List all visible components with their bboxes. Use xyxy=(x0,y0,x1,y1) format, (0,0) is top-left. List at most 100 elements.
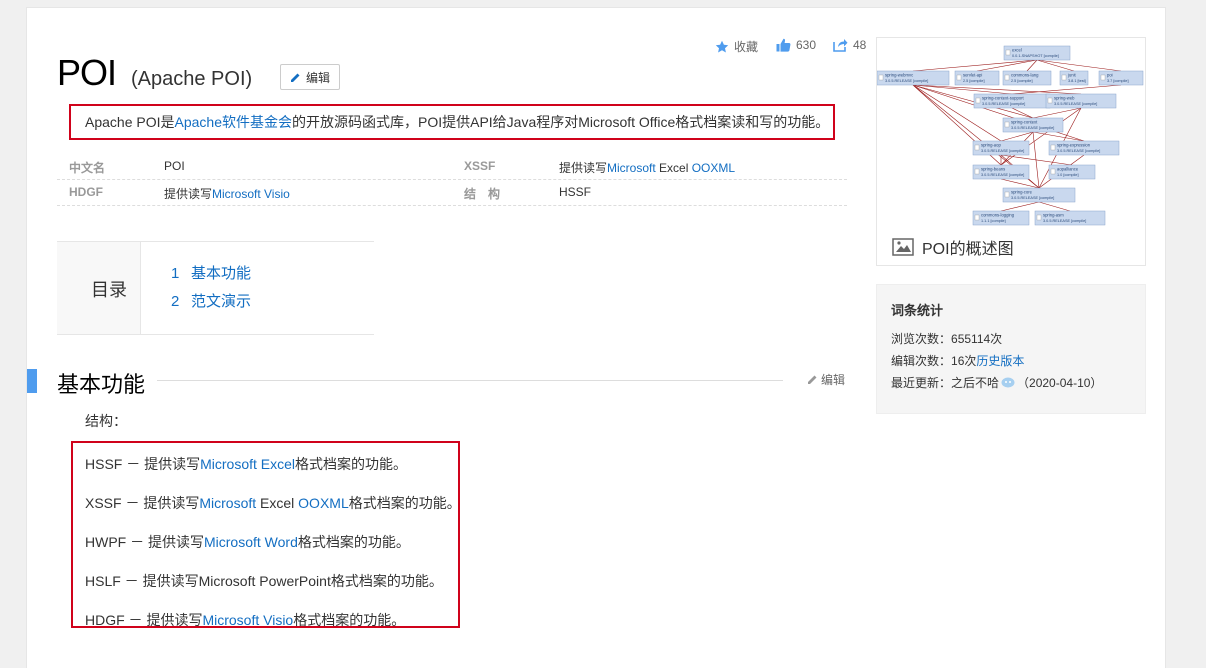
structure-item-text: 格式档案的功能。 xyxy=(293,612,406,628)
microsoft-visio-link[interactable]: Microsoft Visio xyxy=(212,187,290,201)
dependency-node-name: poi xyxy=(1107,73,1113,78)
toc-item-label: 基本功能 xyxy=(191,265,252,282)
share-icon xyxy=(833,39,848,52)
dependency-edge xyxy=(912,59,1038,72)
structure-item-text: HSSF － 提供读写 xyxy=(85,456,201,472)
dependency-edge xyxy=(976,59,1038,72)
dependency-node-name: spring-context-support xyxy=(982,96,1024,101)
jar-icon xyxy=(1050,144,1056,151)
picture-icon xyxy=(892,238,914,256)
microsoft-word-link[interactable]: Microsoft Word xyxy=(204,534,298,550)
stats-views-value: 655114次 xyxy=(951,332,1003,346)
dependency-node: commons-logging1.1.1 [compile] xyxy=(972,210,1030,226)
dependency-node: excel0.0.1-SNAPSHOT [compile] xyxy=(1003,45,1071,61)
dependency-node-version: 1.0 [compile] xyxy=(1057,173,1079,177)
dependency-node: spring-web3.0.5.RELEASE [compile] xyxy=(1045,93,1117,109)
jar-icon xyxy=(974,144,980,151)
dependency-node: spring-context-support3.0.5.RELEASE [com… xyxy=(973,93,1051,109)
jar-icon xyxy=(1036,214,1042,221)
structure-item-text: HDGF － 提供读写 xyxy=(85,612,203,628)
dependency-node-version: 3.0.5.RELEASE [compile] xyxy=(981,149,1024,153)
dependency-node-name: spring-asm xyxy=(1043,213,1064,218)
dependency-node-name: spring-expression xyxy=(1057,143,1091,148)
ooxml-link[interactable]: OOXML xyxy=(298,495,349,511)
jar-icon xyxy=(1100,74,1106,81)
stats-edits: 编辑次数：16次历史版本 xyxy=(891,352,1024,369)
dependency-node-version: 3.7 [compile] xyxy=(1107,79,1129,83)
ooxml-link[interactable]: OOXML xyxy=(692,161,735,175)
dependency-node-name: commons-logging xyxy=(981,213,1015,218)
share-button[interactable]: 48 xyxy=(833,38,866,52)
structure-item-text: XSSF － 提供读写 xyxy=(85,495,200,511)
jar-icon xyxy=(1004,74,1010,81)
collect-button[interactable]: 收藏 xyxy=(715,38,758,55)
dependency-edge xyxy=(1000,201,1040,212)
dependency-node: spring-asm3.0.5.RELEASE [compile] xyxy=(1034,210,1106,226)
dependency-edge xyxy=(1036,59,1075,72)
microsoft-link[interactable]: Microsoft xyxy=(607,161,656,175)
jar-icon xyxy=(975,97,981,104)
stats-updated-date: （2020-04-10） xyxy=(1017,376,1103,390)
info-val-hdgf: 提供读写Microsoft Visio xyxy=(164,185,290,202)
toc-item-examples[interactable]: 2 范文演示 xyxy=(171,290,251,311)
star-icon xyxy=(715,40,729,52)
summary-picture[interactable]: excel 0.0.1-SNAPSHOT [compile] spring-webm… xyxy=(876,37,1146,266)
structure-list: HSSF － 提供读写Microsoft Excel格式档案的功能。 XSSF … xyxy=(71,441,461,630)
dependency-node-version: 2.5 [compile] xyxy=(963,79,985,83)
structure-item-text: HWPF － 提供读写 xyxy=(85,534,204,550)
microsoft-excel-link[interactable]: Microsoft Excel xyxy=(200,456,295,472)
dependency-node-version: 2.5 [compile] xyxy=(1011,79,1033,83)
structure-item-text: Excel xyxy=(256,495,299,511)
info-val-hdgf-text: 提供读写 xyxy=(164,187,213,201)
dependency-node: spring-aop3.0.5.RELEASE [compile] xyxy=(972,140,1030,156)
history-version-link[interactable]: 历史版本 xyxy=(976,354,1024,368)
jar-icon xyxy=(878,74,884,81)
dependency-node-name: servlet-api xyxy=(963,73,982,78)
jar-icon xyxy=(956,74,962,81)
dependency-node: aopalliance1.0 [compile] xyxy=(1048,164,1096,180)
edit-button[interactable]: 编辑 xyxy=(280,64,340,90)
page-title: POI xyxy=(57,52,117,93)
picture-caption-text: POI的概述图 xyxy=(922,241,1014,258)
dependency-node-name: spring-webmvc xyxy=(885,73,913,78)
apache-foundation-link[interactable]: Apache软件基金会 xyxy=(175,114,292,130)
dependency-node-name: spring-aop xyxy=(981,143,1001,148)
jar-icon xyxy=(1050,168,1056,175)
jar-icon xyxy=(974,214,980,221)
stats-updated: 最近更新：之后不哈 （2020-04-10） xyxy=(891,374,1102,391)
microsoft-link[interactable]: Microsoft xyxy=(199,495,256,511)
pencil-icon xyxy=(290,73,300,82)
stats-updated-label: 最近更新： xyxy=(891,376,952,390)
dependency-edge xyxy=(1038,201,1071,212)
dependency-node: spring-context3.0.5.RELEASE [compile] xyxy=(1002,117,1064,133)
lemma-statistics: 词条统计 浏览次数：655114次 编辑次数：16次历史版本 最近更新：之后不哈… xyxy=(876,284,1146,414)
dependency-node-name: spring-beans xyxy=(981,167,1005,172)
jar-icon xyxy=(1047,97,1053,104)
basic-info-row-2: HDGF 提供读写Microsoft Visio 结 构 HSSF xyxy=(57,180,847,206)
toc-list: 1 基本功能 2 范文演示 xyxy=(140,242,375,334)
section-edit-button[interactable]: 编辑 xyxy=(807,371,845,388)
toc-label: 目录 xyxy=(91,280,127,300)
dependency-node-name: spring-core xyxy=(1011,190,1033,195)
info-key-chinese-name: 中文名 xyxy=(69,161,106,175)
dependency-node-version: 1.1.1 [compile] xyxy=(981,219,1006,223)
structure-item-hssf: HSSF － 提供读写Microsoft Excel格式档案的功能。 xyxy=(85,454,407,474)
dependency-node-name: spring-context xyxy=(1011,120,1038,125)
toc-item-basic-functions[interactable]: 1 基本功能 xyxy=(171,262,251,283)
info-key-structure: 结 构 xyxy=(464,187,501,201)
stats-updated-user[interactable]: 之后不哈 xyxy=(951,376,999,390)
like-button[interactable]: 630 xyxy=(776,38,816,52)
section-divider xyxy=(157,380,783,381)
article-page: 收藏 630 48 POI (Apache POI) 编辑 Apache POI… xyxy=(26,7,1166,668)
microsoft-visio-link[interactable]: Microsoft Visio xyxy=(202,612,293,628)
structure-item-hdgf: HDGF － 提供读写Microsoft Visio格式档案的功能。 xyxy=(85,610,405,630)
dependency-node-version: 3.8.1 [test] xyxy=(1068,79,1086,83)
dependency-node: poi3.7 [compile] xyxy=(1098,70,1144,86)
section-edit-label: 编辑 xyxy=(821,373,846,387)
dependency-node: servlet-api2.5 [compile] xyxy=(954,70,1000,86)
info-val-structure: HSSF xyxy=(559,185,592,199)
dependency-node-name: junit xyxy=(1067,73,1077,78)
dependency-node: spring-webmvc3.0.5.RELEASE [compile] xyxy=(877,70,950,86)
dependency-node: junit3.8.1 [test] xyxy=(1059,70,1089,86)
dependency-node-version: 3.0.5.RELEASE [compile] xyxy=(1011,126,1054,130)
